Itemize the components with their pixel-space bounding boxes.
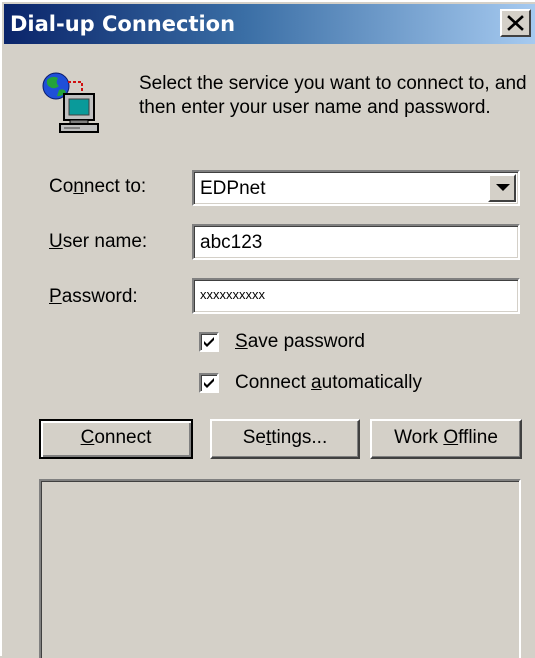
- save-password-checkbox[interactable]: [199, 332, 219, 352]
- window-title: Dial-up Connection: [10, 12, 236, 36]
- connect-button[interactable]: Connect: [39, 419, 193, 459]
- intro-text: Select the service you want to connect t…: [139, 73, 527, 118]
- password-label: Password:: [49, 286, 138, 307]
- user-name-input[interactable]: abc123: [192, 224, 520, 260]
- connect-to-value: EDPnet: [200, 178, 266, 199]
- chevron-down-icon: [496, 184, 510, 191]
- status-panel: [39, 479, 521, 658]
- connect-automatically-checkbox[interactable]: [199, 373, 219, 393]
- work-offline-button[interactable]: Work Offline: [370, 419, 522, 459]
- dropdown-button[interactable]: [488, 174, 516, 202]
- settings-button[interactable]: Settings...: [210, 419, 360, 459]
- checkmark-icon: [204, 378, 214, 388]
- password-value: xxxxxxxxxx: [200, 287, 265, 302]
- password-input[interactable]: xxxxxxxxxx: [192, 278, 520, 314]
- network-computer-icon: [42, 72, 99, 133]
- connect-to-label: Connect to:: [49, 176, 147, 197]
- connect-to-dropdown[interactable]: EDPnet: [192, 170, 520, 206]
- save-password-label: Save password: [235, 331, 365, 352]
- close-button[interactable]: [500, 9, 531, 37]
- close-icon: [507, 15, 524, 31]
- connect-automatically-label: Connect automatically: [235, 372, 422, 393]
- dialup-window: Dial-up Connection Select the service yo…: [0, 0, 535, 658]
- title-bar[interactable]: Dial-up Connection: [4, 4, 535, 44]
- checkmark-icon: [204, 337, 214, 347]
- user-name-value: abc123: [200, 232, 263, 253]
- user-name-label: User name:: [49, 231, 148, 252]
